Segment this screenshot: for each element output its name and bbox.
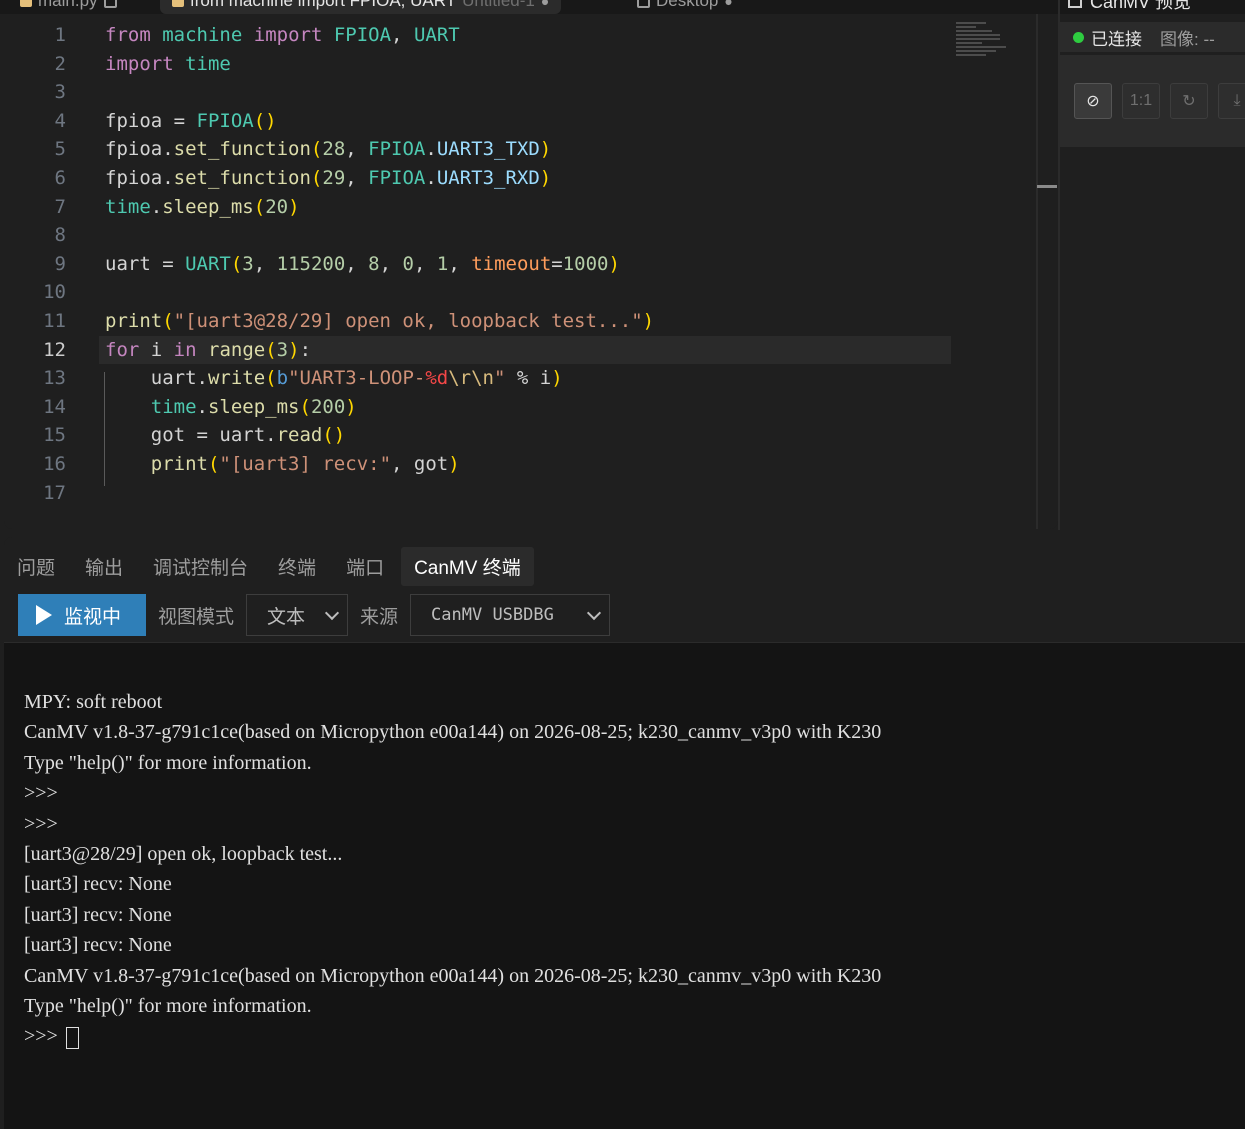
image-info: 图像: -- — [1160, 29, 1215, 49]
terminal-prompt-line[interactable]: >>> — [24, 1021, 881, 1051]
tab-ports[interactable]: 端口 — [333, 547, 397, 586]
line-number: 14 — [43, 395, 66, 418]
ratio-1-1-button[interactable]: 1:1 — [1122, 83, 1160, 119]
line-number: 1 — [54, 24, 66, 46]
line-number: 10 — [43, 281, 66, 304]
bottom-panel: 问题 输出 调试控制台 终端 端口 CanMV 终端 监视中 视图模式 文本 来… — [4, 537, 1245, 1129]
preview-icon — [1068, 0, 1082, 8]
terminal-lines: MPY: soft reboot CanMV v1.8-37-g791c1ce(… — [24, 687, 881, 1052]
canmv-preview-panel: CanMV 预览 已连接 图像: -- ⊘ 1:1 ↻ ⤓ — [1058, 0, 1245, 530]
preview-title: CanMV 预览 — [1090, 0, 1192, 12]
line-number: 13 — [43, 367, 66, 390]
modified-dot-icon[interactable]: ● — [541, 0, 549, 9]
line-number: 17 — [43, 481, 66, 504]
line-number: 12 — [43, 338, 66, 361]
terminal-line: [uart3] recv: None — [24, 934, 172, 957]
view-mode-label: 视图模式 — [158, 606, 235, 628]
refresh-button[interactable]: ↻ — [1170, 83, 1208, 119]
line-number: 7 — [54, 195, 66, 218]
monitor-label: 监视中 — [64, 606, 122, 628]
terminal-line: Type "help()" for more information. — [24, 751, 312, 774]
connection-status-row: 已连接 图像: -- — [1060, 22, 1245, 52]
download-icon: ⤓ — [1233, 92, 1241, 109]
preview-toolbar: ⊘ 1:1 ↻ ⤓ — [1060, 54, 1245, 147]
play-icon — [36, 605, 52, 625]
tab-label: Desktop — [656, 0, 719, 10]
tab-debug-console[interactable]: 调试控制台 — [140, 547, 261, 586]
tab-description: Untitled-1 — [462, 0, 535, 10]
chevron-down-icon — [586, 605, 602, 620]
scrollbar-position-marker — [1037, 185, 1057, 188]
download-button[interactable]: ⤓ — [1218, 83, 1245, 119]
minimap[interactable] — [956, 20, 1008, 56]
tab-label: from machine import FPIOA, UART — [190, 0, 457, 10]
stop-preview-button[interactable]: ⊘ — [1074, 83, 1112, 119]
stop-icon: ⊘ — [1086, 93, 1100, 110]
line-number: 5 — [54, 138, 66, 161]
python-file-icon — [172, 0, 184, 7]
terminal-output[interactable]: MPY: soft reboot CanMV v1.8-37-g791c1ce(… — [4, 642, 1245, 1129]
editor-tab-strip: main.py from machine import FPIOA, UART … — [0, 0, 1058, 14]
connection-status: 已连接 — [1091, 29, 1142, 49]
preview-tab[interactable]: CanMV 预览 — [1068, 0, 1191, 14]
ratio-label: 1:1 — [1129, 92, 1153, 109]
line-number: 9 — [54, 252, 66, 275]
code-editor[interactable]: 1 from machine import FPIOA, UART 2 import… — [4, 14, 1058, 529]
line-number: 8 — [54, 224, 66, 247]
line-number: 3 — [54, 81, 66, 104]
tab-problems[interactable]: 问题 — [4, 547, 68, 586]
file-icon — [103, 0, 117, 8]
source-value: CanMV USBDBG — [431, 605, 554, 625]
terminal-line: CanMV v1.8-37-g791c1ce(based on Micropyt… — [24, 721, 882, 744]
source-select[interactable]: CanMV USBDBG — [410, 594, 611, 636]
panel-tabs: 问题 输出 调试控制台 终端 端口 CanMV 终端 — [4, 546, 538, 586]
line-number: 11 — [43, 309, 66, 332]
tab-main-py[interactable]: main.py — [20, 0, 117, 14]
tab-label: main.py — [38, 0, 98, 10]
line-number: 16 — [43, 452, 66, 475]
refresh-icon: ↻ — [1182, 93, 1196, 110]
terminal-line: MPY: soft reboot — [24, 691, 163, 713]
editor-scrollbar[interactable] — [1036, 14, 1038, 529]
preview-tab-strip: CanMV 预览 — [1060, 0, 1245, 14]
tab-terminal[interactable]: 终端 — [265, 547, 329, 586]
terminal-line: [uart3] recv: None — [24, 873, 172, 896]
line-number: 15 — [43, 424, 66, 447]
terminal-cursor — [65, 1026, 79, 1049]
terminal-line: [uart3@28/29] open ok, loopback test... — [24, 842, 343, 865]
line-number: 2 — [54, 52, 66, 75]
indent-guide — [104, 372, 105, 486]
monitor-button[interactable]: 监视中 — [18, 594, 146, 636]
tab-canmv-terminal[interactable]: CanMV 终端 — [401, 546, 534, 586]
terminal-line: CanMV v1.8-37-g791c1ce(based on Micropyt… — [24, 964, 882, 987]
terminal-line: >>> — [24, 812, 58, 835]
connected-status-dot-icon — [1073, 31, 1084, 43]
modified-dot-icon[interactable]: ● — [724, 0, 732, 9]
line-number: 6 — [54, 166, 66, 189]
view-mode-value: 文本 — [267, 606, 306, 628]
view-mode-select[interactable]: 文本 — [246, 594, 349, 636]
tab-untitled-1[interactable]: from machine import FPIOA, UART Untitled… — [160, 0, 562, 14]
python-file-icon — [20, 0, 32, 7]
file-icon — [637, 0, 650, 8]
line-number: 4 — [54, 109, 66, 132]
chevron-down-icon — [324, 605, 340, 620]
terminal-prompt: >>> — [24, 1025, 58, 1048]
terminal-line: [uart3] recv: None — [24, 903, 172, 926]
source-label: 来源 — [360, 606, 399, 628]
terminal-controls: 监视中 视图模式 文本 来源 CanMV USBDBG — [18, 594, 611, 636]
tab-output[interactable]: 输出 — [72, 547, 136, 586]
terminal-line: Type "help()" for more information. — [24, 994, 312, 1017]
tab-desktop[interactable]: Desktop ● — [637, 0, 733, 14]
terminal-line: >>> — [24, 782, 58, 805]
